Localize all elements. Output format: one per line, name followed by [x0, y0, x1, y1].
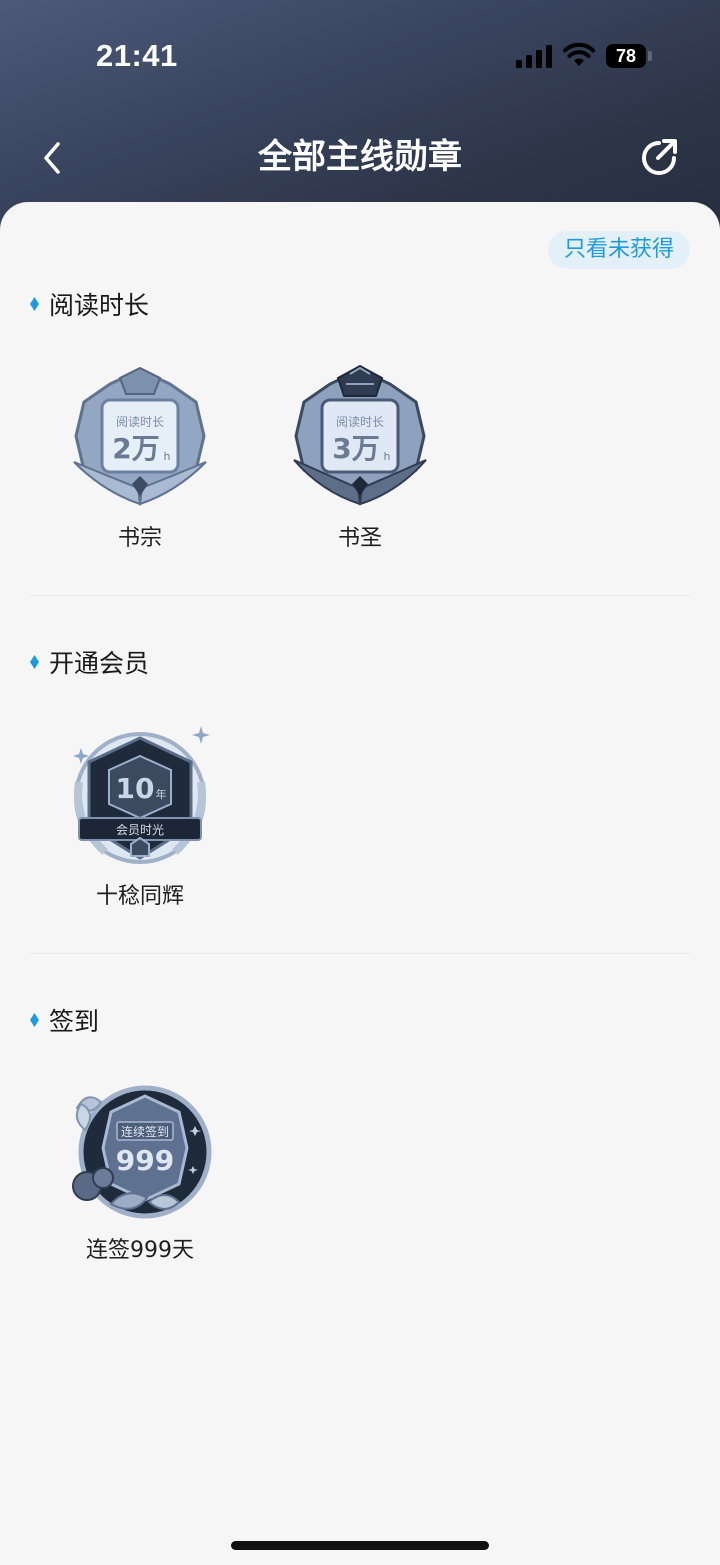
- reading-hours-badge-icon: 阅读时长 2万 h: [73, 366, 207, 506]
- badge-name: 书圣: [337, 526, 382, 551]
- badge-shiren-tonghui[interactable]: 10 年 会员时光 十稔同辉: [60, 722, 220, 910]
- section-divider: [30, 953, 690, 954]
- screen: 21:41 78 全部主线勋章 只看未获得 阅读时长 阅读时长 2万 h 书宗 …: [0, 0, 720, 1565]
- battery-nub: [648, 51, 652, 61]
- status-bar: 21:41 78: [0, 0, 720, 110]
- badge-unit: h: [384, 450, 391, 463]
- cellular-signal-icon: [516, 45, 552, 68]
- share-icon: [642, 139, 677, 175]
- membership-badge-icon: 10 年 会员时光: [73, 726, 210, 864]
- badge-value: 10: [116, 772, 155, 805]
- section-title: 阅读时长: [49, 291, 150, 320]
- badge-value: 999: [116, 1144, 174, 1177]
- badge-caption: 会员时光: [116, 823, 164, 837]
- badge-shusheng[interactable]: 阅读时长 3万 h 书圣: [280, 364, 440, 552]
- badge-name: 十稔同辉: [95, 884, 184, 909]
- status-time: 21:41: [96, 38, 178, 73]
- diamond-icon: [30, 297, 39, 311]
- battery-level: 78: [615, 46, 637, 66]
- wifi-icon: [563, 42, 595, 66]
- badge-shuzong[interactable]: 阅读时长 2万 h 书宗: [60, 364, 220, 552]
- badge-name: 连签999天: [86, 1238, 194, 1263]
- section-title: 签到: [49, 1007, 100, 1036]
- home-indicator: [231, 1541, 489, 1550]
- badge-unit: h: [164, 450, 171, 463]
- diamond-icon: [30, 655, 39, 669]
- badge-caption: 阅读时长: [116, 415, 164, 429]
- section-header: 开通会员: [30, 642, 149, 682]
- badges-sheet: 只看未获得 阅读时长 阅读时长 2万 h 书宗 阅读时长 3万 h 书圣 开通会…: [0, 202, 720, 1565]
- section-header: 签到: [30, 1000, 99, 1040]
- section-header: 阅读时长: [30, 284, 149, 324]
- badge-value: 2万: [112, 432, 159, 465]
- badge-lianqian-999[interactable]: 连续签到 999 连签999天: [60, 1082, 220, 1264]
- share-button[interactable]: [636, 134, 682, 180]
- section-title: 开通会员: [49, 649, 150, 678]
- badge-caption: 阅读时长: [336, 415, 384, 429]
- badge-caption: 连续签到: [121, 1124, 169, 1139]
- section-divider: [30, 595, 690, 596]
- badge-unit: 年: [156, 787, 167, 801]
- badge-value: 3万: [332, 432, 379, 465]
- checkin-badge-icon: 连续签到 999: [72, 1085, 212, 1219]
- reading-hours-badge-icon: 阅读时长 3万 h: [293, 364, 427, 506]
- page-title: 全部主线勋章: [258, 137, 462, 177]
- battery-icon: 78: [606, 44, 646, 68]
- diamond-icon: [30, 1013, 39, 1027]
- nav-bar: 全部主线勋章: [0, 120, 720, 196]
- badge-name: 书宗: [117, 526, 162, 551]
- unearned-filter-button[interactable]: 只看未获得: [547, 231, 690, 269]
